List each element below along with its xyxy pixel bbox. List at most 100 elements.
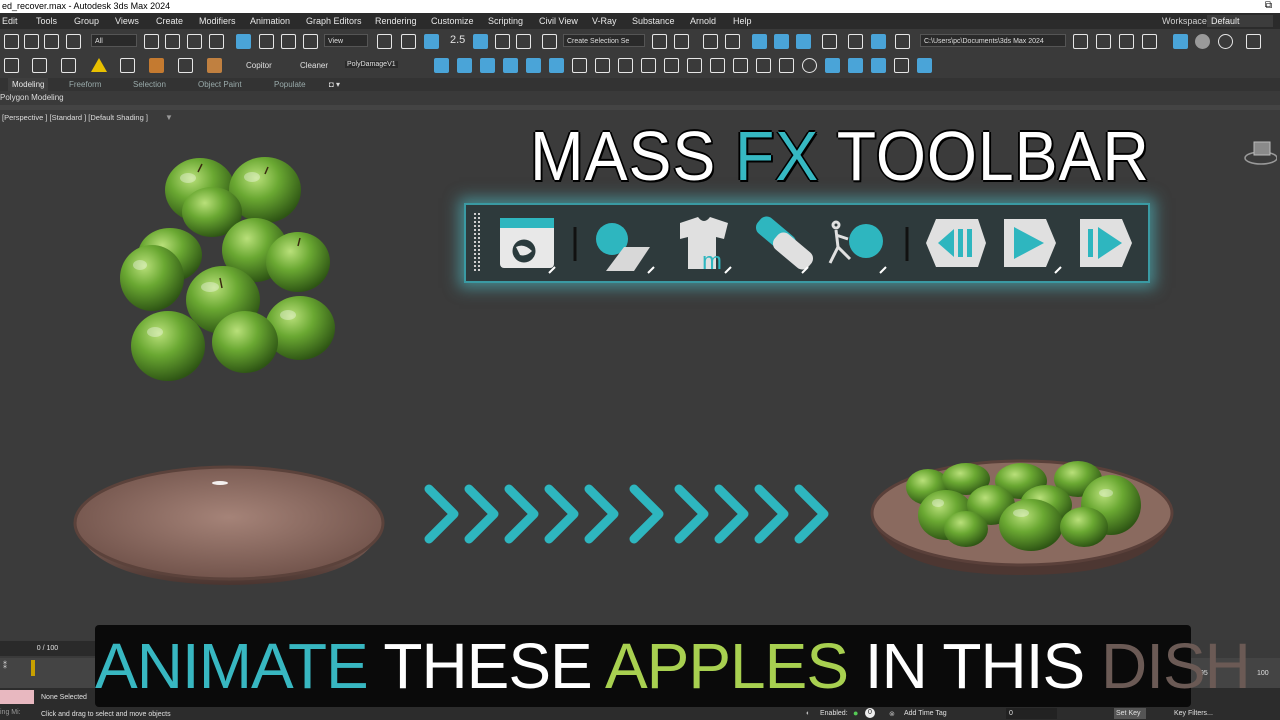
menu-views[interactable]: Views: [115, 13, 139, 29]
restore-window-icon[interactable]: ⧉: [1265, 0, 1272, 12]
help-21-icon[interactable]: [1195, 34, 1210, 49]
mirror-icon[interactable]: [652, 34, 667, 49]
keyboard-shortcut-override-icon[interactable]: [424, 34, 439, 49]
select-manipulate-icon[interactable]: [401, 34, 416, 49]
add-time-tag-button[interactable]: Add Time Tag: [904, 710, 947, 717]
vray-sphere-icon[interactable]: [618, 58, 633, 73]
vray-lister-icon[interactable]: [1142, 34, 1157, 49]
menu-civil-view[interactable]: Civil View: [539, 13, 578, 29]
menu-edit[interactable]: Edit: [2, 13, 18, 29]
rectangular-selection-icon[interactable]: [187, 34, 202, 49]
spinner-snap-icon[interactable]: [516, 34, 531, 49]
material-editor-icon[interactable]: [822, 34, 837, 49]
curve-editor-icon[interactable]: [774, 34, 789, 49]
menu-help[interactable]: Help: [733, 13, 752, 29]
link-icon[interactable]: [24, 34, 39, 49]
viewport-filter-icon[interactable]: ▼: [165, 113, 173, 122]
select-by-name-icon[interactable]: [165, 34, 180, 49]
menu-graph-editors[interactable]: Graph Editors: [306, 13, 362, 29]
vray-proxy-icon[interactable]: [549, 58, 564, 73]
tab-object-paint[interactable]: Object Paint: [198, 78, 242, 91]
render-production-icon[interactable]: [895, 34, 910, 49]
gear-icon[interactable]: [32, 58, 47, 73]
time-tag-icon[interactable]: ⊗: [889, 710, 895, 718]
render-setup-icon[interactable]: [848, 34, 863, 49]
undo-icon[interactable]: [4, 34, 19, 49]
vray-light-icon[interactable]: [434, 58, 449, 73]
menu-tools[interactable]: Tools: [36, 13, 57, 29]
percent-snap-icon[interactable]: [495, 34, 510, 49]
vray-enmesh-icon[interactable]: [894, 58, 909, 73]
autodesk-account-icon[interactable]: [1173, 34, 1188, 49]
render-toggle-icon[interactable]: [120, 58, 135, 73]
vray-scatter-icon[interactable]: [848, 58, 863, 73]
current-frame-spinner[interactable]: 0: [1006, 708, 1057, 719]
polydamage-button[interactable]: PolyDamageV1: [345, 61, 398, 68]
eraser-icon[interactable]: [207, 58, 222, 73]
multi-icon[interactable]: [178, 58, 193, 73]
frame-icon[interactable]: [149, 58, 164, 73]
vray-material-icon[interactable]: [641, 58, 656, 73]
vray-grid-icon[interactable]: [756, 58, 771, 73]
cleaner-button[interactable]: Cleaner: [300, 61, 328, 70]
menu-group[interactable]: Group: [74, 13, 99, 29]
select-and-rotate-icon[interactable]: [259, 34, 274, 49]
key-filters-button[interactable]: Key Filters...: [1174, 710, 1213, 717]
rendered-frame-window-icon[interactable]: [871, 34, 886, 49]
viewcube-icon[interactable]: [1239, 139, 1277, 169]
polygon-modeling-label[interactable]: Polygon Modeling: [0, 91, 64, 105]
window-crossing-icon[interactable]: [209, 34, 224, 49]
vray-dome-icon[interactable]: [503, 58, 518, 73]
vray-clipper-icon[interactable]: [733, 58, 748, 73]
vray-plane-icon[interactable]: [572, 58, 587, 73]
vray-toggle-icon[interactable]: [710, 58, 725, 73]
time-marker-icon[interactable]: [31, 660, 35, 676]
named-selection-sets-dropdown[interactable]: Create Selection Se: [563, 34, 645, 47]
trackbar-menu-icon[interactable]: ⁑: [3, 661, 7, 670]
menu-animation[interactable]: Animation: [250, 13, 290, 29]
vray-fur-icon[interactable]: [595, 58, 610, 73]
menu-arnold[interactable]: Arnold: [690, 13, 716, 29]
vray-settings-icon[interactable]: [779, 58, 794, 73]
time-slider-frame[interactable]: 0 / 100: [0, 641, 95, 656]
tab-populate[interactable]: Populate: [274, 78, 306, 91]
scene-explorer-icon[interactable]: [703, 34, 718, 49]
vray-move-icon[interactable]: [917, 58, 932, 73]
selection-filter-dropdown[interactable]: All: [91, 34, 137, 47]
tab-freeform[interactable]: Freeform: [69, 78, 101, 91]
select-object-icon[interactable]: [144, 34, 159, 49]
menu-rendering[interactable]: Rendering: [375, 13, 417, 29]
isolate-icon[interactable]: ◐: [806, 710, 810, 717]
warning-icon[interactable]: [91, 58, 107, 72]
select-and-place-icon[interactable]: [303, 34, 318, 49]
project-folder-path[interactable]: C:\Users\pc\Documents\3ds Max 2024: [920, 34, 1066, 47]
set-key-button[interactable]: Set Key: [1114, 708, 1146, 719]
sync-icon[interactable]: [1218, 34, 1233, 49]
ribbon-options-icon[interactable]: ◘ ▾: [329, 78, 340, 91]
vray-render-icon[interactable]: [1119, 34, 1134, 49]
schematic-view-icon[interactable]: [796, 34, 811, 49]
viewport-label[interactable]: [Perspective ] [Standard ] [Default Shad…: [2, 113, 148, 122]
workspaces-dropdown[interactable]: Default: [1207, 15, 1273, 27]
snap-toggle-icon[interactable]: 2.5: [450, 34, 465, 46]
grid-snap-icon[interactable]: [4, 58, 19, 73]
vray-camera-icon[interactable]: [457, 58, 472, 73]
menu-customize[interactable]: Customize: [431, 13, 474, 29]
menu-scripting[interactable]: Scripting: [488, 13, 523, 29]
vray-mesh-icon[interactable]: [526, 58, 541, 73]
select-and-move-icon[interactable]: [236, 34, 251, 49]
vray-decal-icon[interactable]: [871, 58, 886, 73]
align-icon[interactable]: [674, 34, 689, 49]
vray-frame-buffer-icon[interactable]: [1096, 34, 1111, 49]
maxscript-listener-field[interactable]: [0, 690, 34, 704]
toolbar-tools-icon[interactable]: [1246, 34, 1261, 49]
bind-spacewarp-icon[interactable]: [66, 34, 81, 49]
unlink-icon[interactable]: [44, 34, 59, 49]
vray-ies-icon[interactable]: [664, 58, 679, 73]
vray-bulb-icon[interactable]: [687, 58, 702, 73]
pivot-center-icon[interactable]: [377, 34, 392, 49]
vray-help-icon[interactable]: [802, 58, 817, 73]
layer-explorer-icon[interactable]: [725, 34, 740, 49]
menu-create[interactable]: Create: [156, 13, 183, 29]
menu-substance[interactable]: Substance: [632, 13, 675, 29]
